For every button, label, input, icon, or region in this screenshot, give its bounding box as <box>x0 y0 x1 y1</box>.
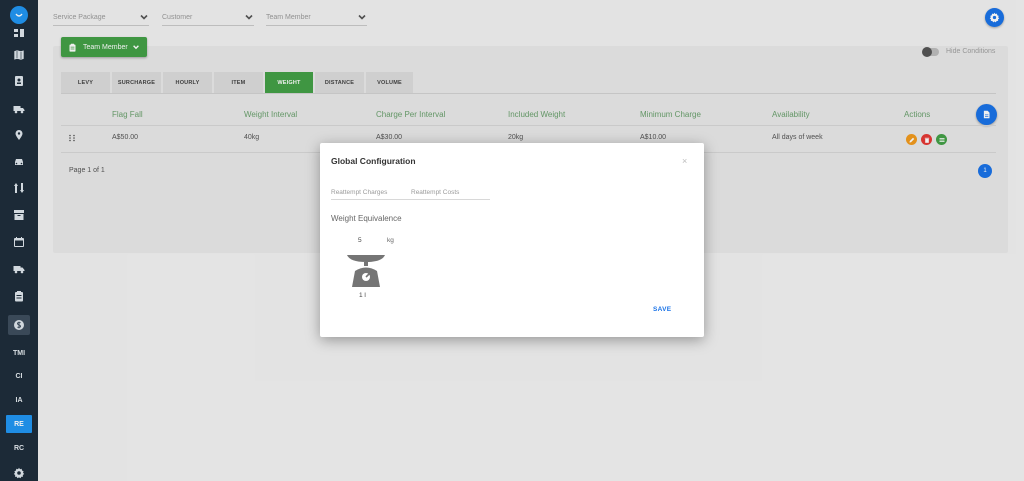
volume-count: 1 l <box>359 292 366 299</box>
global-configuration-modal: Global Configuration × Reattempt Charges… <box>320 143 704 337</box>
weight-unit-label: kg <box>387 237 394 244</box>
modal-tabs-divider <box>331 199 490 200</box>
tab-reattempt-costs[interactable]: Reattempt Costs <box>411 189 459 196</box>
weight-value-input[interactable]: 5 <box>358 237 362 244</box>
tab-reattempt-charges[interactable]: Reattempt Charges <box>331 189 387 196</box>
close-icon[interactable]: × <box>682 156 687 166</box>
save-button[interactable]: SAVE <box>653 306 671 313</box>
scale-icon <box>344 247 388 291</box>
weight-equivalence-heading: Weight Equivalence <box>331 214 402 223</box>
modal-title: Global Configuration <box>331 156 416 166</box>
